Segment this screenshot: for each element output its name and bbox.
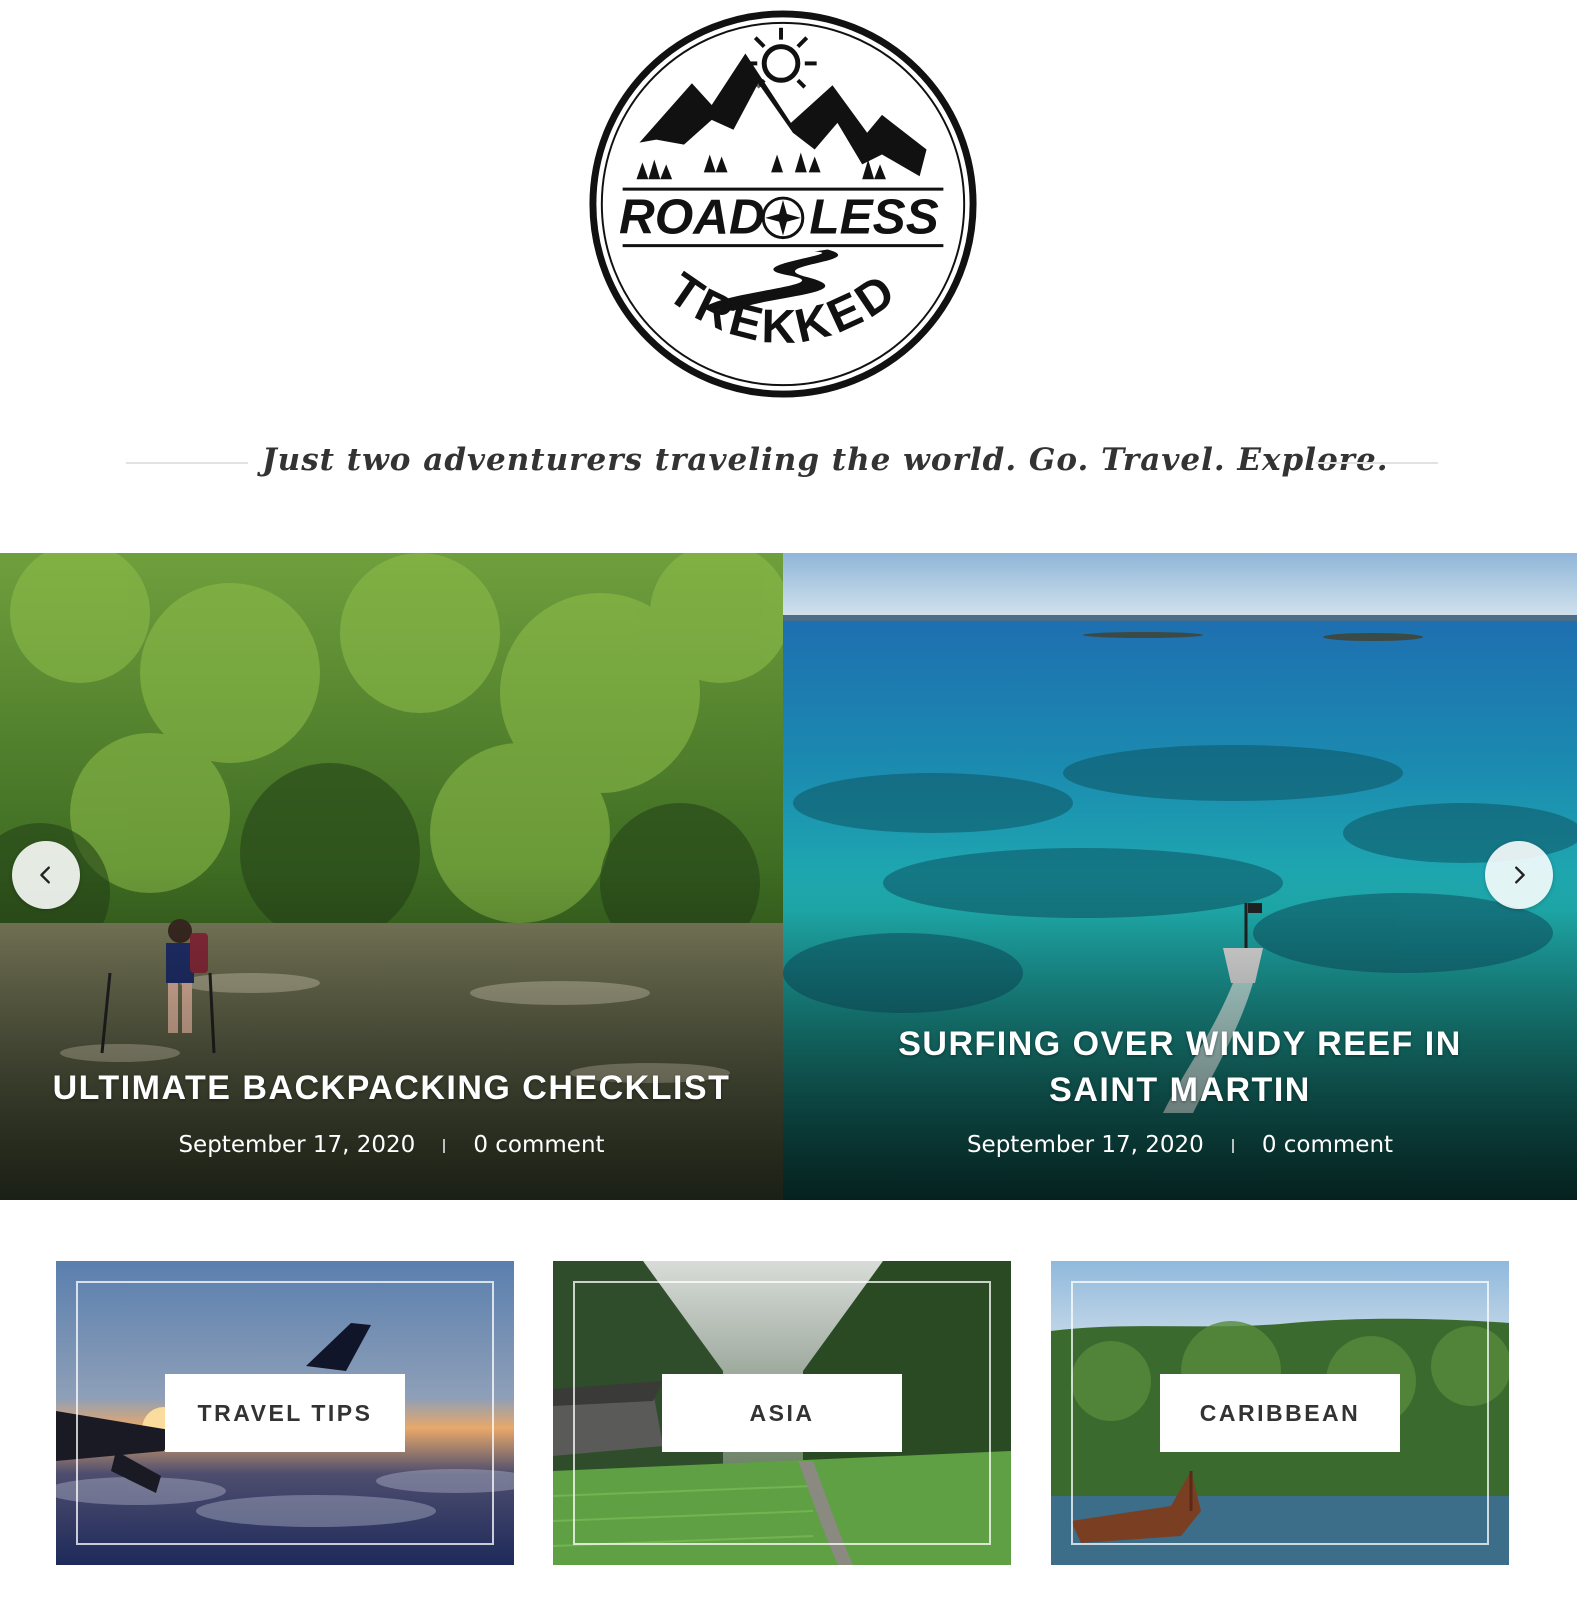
slider-prev-button[interactable] (12, 841, 80, 909)
compass-icon (761, 196, 805, 240)
slide-comments[interactable]: 0 comment (1262, 1132, 1393, 1158)
svg-text:LESS: LESS (809, 190, 938, 245)
featured-slide[interactable]: SURFING OVER WINDY REEF IN SAINT MARTIN … (783, 553, 1577, 1200)
category-tile-asia[interactable]: ASIA (553, 1261, 1011, 1565)
slide-comments[interactable]: 0 comment (473, 1132, 604, 1158)
svg-text:ROAD: ROAD (619, 190, 765, 245)
tagline-divider-right (1316, 462, 1438, 464)
meta-separator (443, 1138, 446, 1153)
slide-meta: September 17, 2020 0 comment (783, 1132, 1577, 1158)
slider-next-button[interactable] (1485, 841, 1553, 909)
slide-meta: September 17, 2020 0 comment (0, 1132, 783, 1158)
logo-emblem: ROAD LESS TREKKED (589, 10, 977, 398)
chevron-right-icon (1515, 866, 1525, 884)
chevron-left-icon (40, 866, 50, 884)
tagline-divider-left (126, 462, 248, 464)
site-logo[interactable]: ROAD LESS TREKKED (585, 6, 981, 402)
category-label[interactable]: CARIBBEAN (1160, 1374, 1400, 1452)
featured-slide[interactable]: ULTIMATE BACKPACKING CHECKLIST September… (0, 553, 783, 1200)
featured-slider: ULTIMATE BACKPACKING CHECKLIST September… (0, 553, 1577, 1200)
slide-date: September 17, 2020 (178, 1132, 416, 1158)
slide-title[interactable]: SURFING OVER WINDY REEF IN SAINT MARTIN (843, 1021, 1517, 1113)
category-label[interactable]: ASIA (662, 1374, 902, 1452)
tagline-row: Just two adventurers traveling the world… (0, 438, 1577, 488)
meta-separator (1231, 1138, 1234, 1153)
category-label[interactable]: TRAVEL TIPS (165, 1374, 405, 1452)
slide-date: September 17, 2020 (966, 1132, 1204, 1158)
category-tile-travel-tips[interactable]: TRAVEL TIPS (56, 1261, 514, 1565)
category-tile-caribbean[interactable]: CARIBBEAN (1051, 1261, 1509, 1565)
slide-title[interactable]: ULTIMATE BACKPACKING CHECKLIST (40, 1065, 743, 1111)
site-tagline: Just two adventurers traveling the world… (262, 442, 1389, 478)
